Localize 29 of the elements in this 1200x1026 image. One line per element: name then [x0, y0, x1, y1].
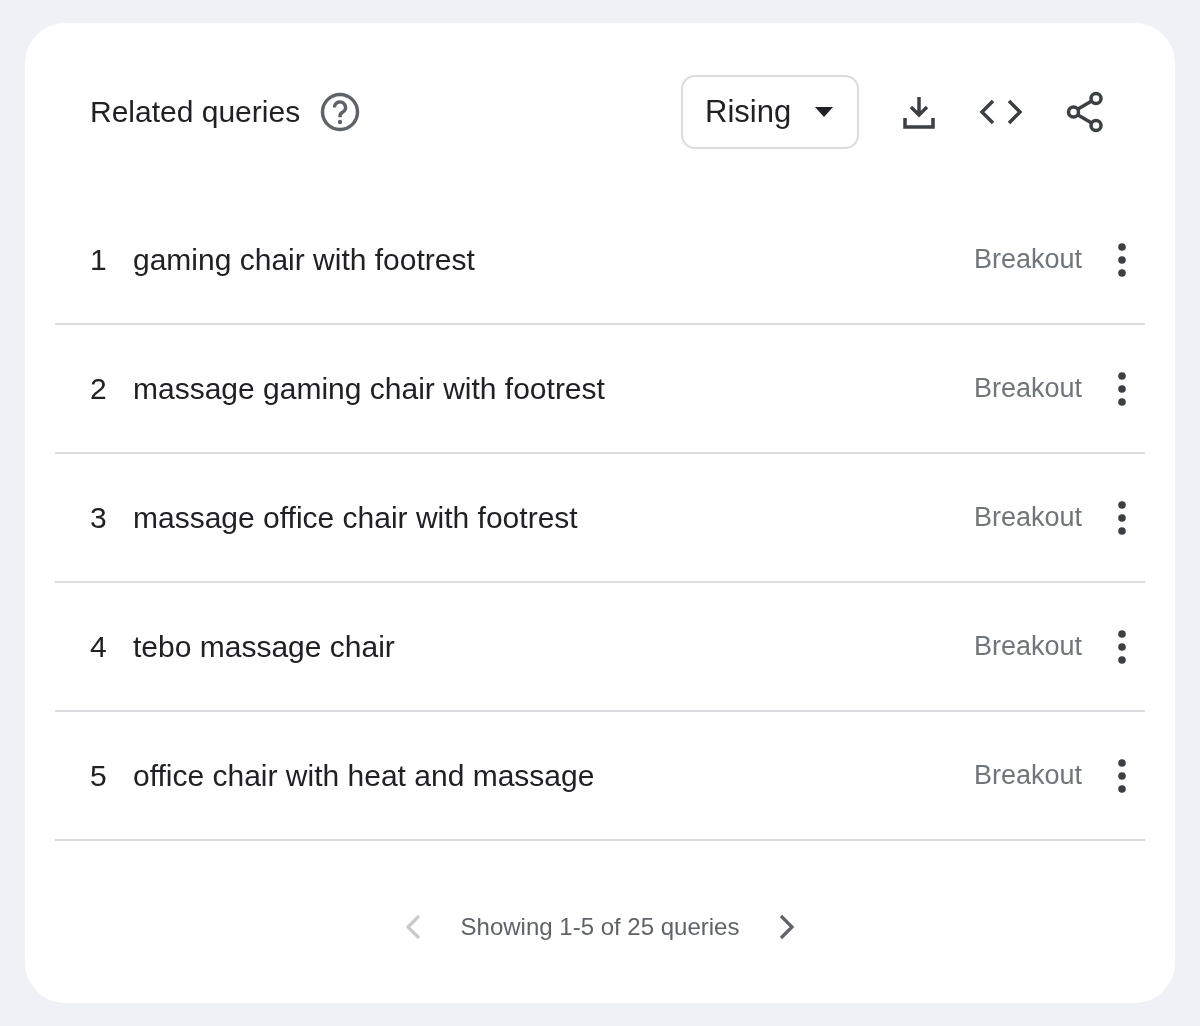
rank-number: 1: [90, 242, 108, 277]
more-options-icon[interactable]: [1118, 242, 1126, 277]
rank-number: 4: [90, 629, 108, 664]
share-icon[interactable]: [1065, 91, 1105, 133]
breakout-value: Breakout: [973, 631, 1082, 662]
query-link[interactable]: office chair with heat and massage: [133, 758, 974, 793]
rank-number: 2: [90, 371, 108, 406]
caret-icon: [815, 107, 833, 117]
next-page-icon[interactable]: [779, 914, 796, 940]
rank-number: 3: [90, 500, 108, 535]
query-link[interactable]: massage office chair with footrest: [133, 500, 974, 535]
query-link[interactable]: gaming chair with footrest: [133, 242, 974, 277]
breakout-value: Breakout: [973, 373, 1082, 404]
breakout-value: Breakout: [973, 502, 1082, 533]
breakout-value: Breakout: [973, 244, 1082, 275]
section-title: Related queries: [90, 95, 301, 129]
embed-code-icon[interactable]: [979, 98, 1023, 126]
more-options-icon[interactable]: [1118, 758, 1126, 793]
pagination-text: Showing 1-5 of 25 queries: [460, 913, 740, 941]
more-options-icon[interactable]: [1118, 371, 1126, 406]
more-options-icon[interactable]: [1118, 629, 1126, 664]
rank-number: 5: [90, 758, 108, 793]
breakout-value: Breakout: [973, 760, 1082, 791]
rising-dropdown[interactable]: Rising: [681, 75, 859, 149]
query-link[interactable]: massage gaming chair with footrest: [133, 371, 974, 406]
more-options-icon[interactable]: [1118, 500, 1126, 535]
query-link[interactable]: tebo massage chair: [133, 629, 974, 664]
help-icon[interactable]: [320, 92, 361, 132]
download-icon[interactable]: [901, 94, 937, 130]
